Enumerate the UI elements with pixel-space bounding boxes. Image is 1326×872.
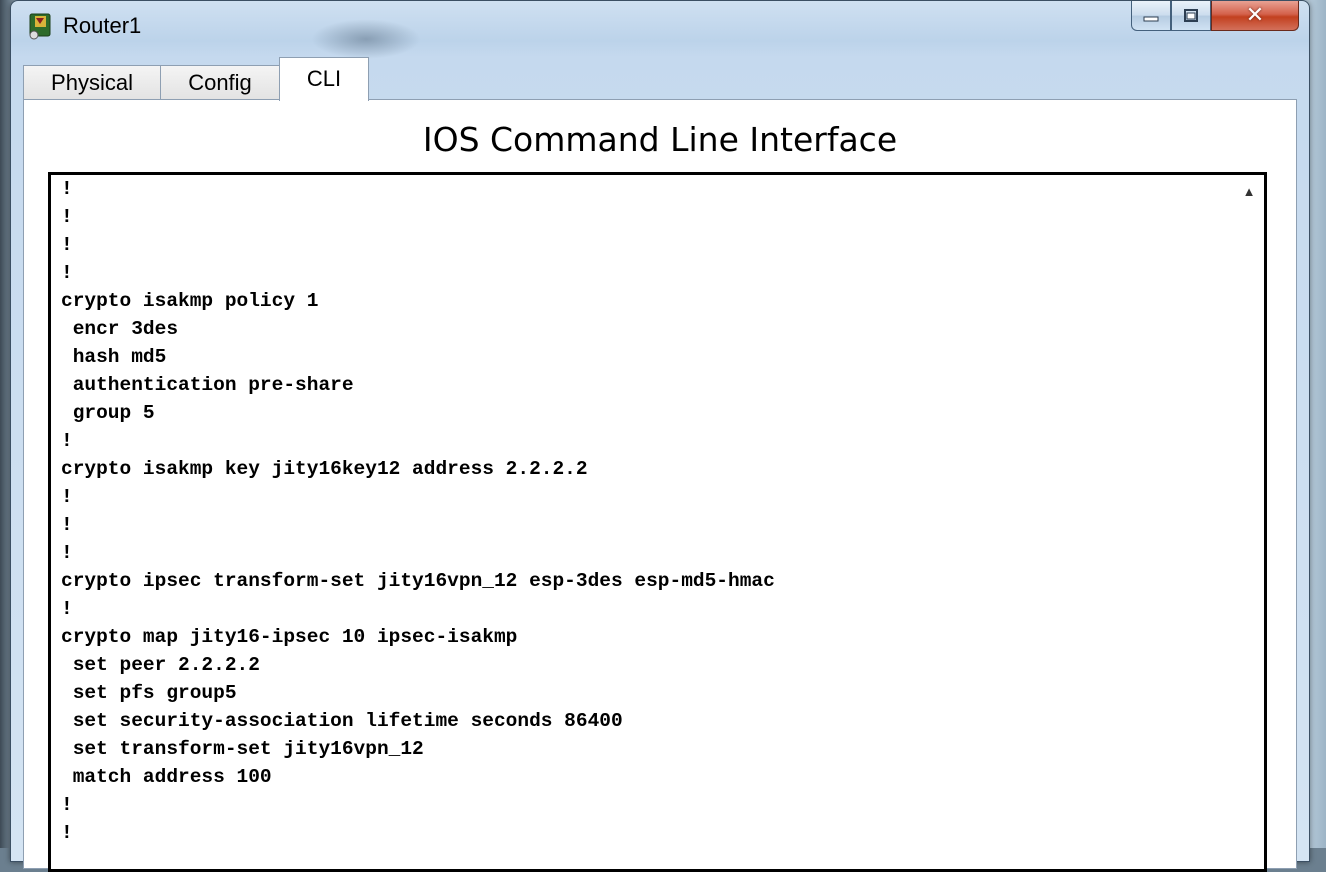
terminal-line: crypto isakmp policy 1	[61, 290, 319, 312]
panel-heading: IOS Command Line Interface	[422, 120, 898, 159]
title-bar[interactable]: Router1 ✕	[11, 1, 1309, 59]
close-icon: ✕	[1245, 3, 1265, 28]
terminal-output[interactable]: ! ! ! ! crypto isakmp policy 1 encr 3des…	[61, 175, 775, 847]
minimize-icon	[1143, 16, 1159, 21]
cli-panel: IOS Command Line Interface ! ! ! ! crypt…	[23, 99, 1297, 872]
minimize-button[interactable]	[1131, 1, 1171, 31]
terminal-line: set pfs group5	[61, 682, 237, 704]
terminal-line: encr 3des	[61, 318, 179, 340]
terminal-line: match address 100	[61, 766, 272, 788]
terminal-line: !	[61, 822, 73, 844]
terminal-line: set security-association lifetime second…	[61, 710, 623, 732]
terminal-line: !	[61, 262, 73, 284]
window-title: Router1	[63, 13, 142, 38]
cli-terminal[interactable]: ! ! ! ! crypto isakmp policy 1 encr 3des…	[48, 172, 1267, 872]
terminal-line: set peer 2.2.2.2	[61, 654, 260, 676]
terminal-line: crypto isakmp key jity16key12 address 2.…	[61, 458, 588, 480]
terminal-line: authentication pre-share	[61, 374, 354, 396]
terminal-line: !	[61, 178, 73, 200]
terminal-line: group 5	[61, 402, 155, 424]
tab-physical[interactable]: Physical	[23, 65, 161, 99]
terminal-line: crypto ipsec transform-set jity16vpn_12 …	[61, 570, 775, 592]
router-app-icon[interactable]	[27, 11, 53, 41]
terminal-line: !	[61, 234, 73, 256]
terminal-line: !	[61, 206, 73, 228]
terminal-line: !	[61, 486, 73, 508]
terminal-line: !	[61, 598, 73, 620]
terminal-line: !	[61, 514, 73, 536]
tab-bar: Physical Config CLI	[23, 57, 1297, 101]
terminal-line: !	[61, 794, 73, 816]
terminal-line: set transform-set jity16vpn_12	[61, 738, 424, 760]
router-window: Router1 ✕ Physical Config CLI IOS Comman	[10, 0, 1310, 872]
tab-config[interactable]: Config	[160, 65, 280, 99]
terminal-line: !	[61, 430, 73, 452]
terminal-line: crypto map jity16-ipsec 10 ipsec-isakmp	[61, 626, 518, 648]
maximize-button[interactable]	[1171, 1, 1211, 31]
terminal-line: !	[61, 542, 73, 564]
titlebar-glow	[311, 19, 421, 59]
terminal-scrollbar[interactable]: ▲	[1234, 175, 1264, 869]
terminal-line: hash md5	[61, 346, 167, 368]
tab-cli[interactable]: CLI	[279, 57, 369, 101]
caption-buttons: ✕	[1131, 1, 1299, 35]
maximize-icon	[1184, 8, 1198, 22]
scroll-up-arrow-icon[interactable]: ▲	[1234, 179, 1264, 203]
close-button[interactable]: ✕	[1211, 1, 1299, 31]
